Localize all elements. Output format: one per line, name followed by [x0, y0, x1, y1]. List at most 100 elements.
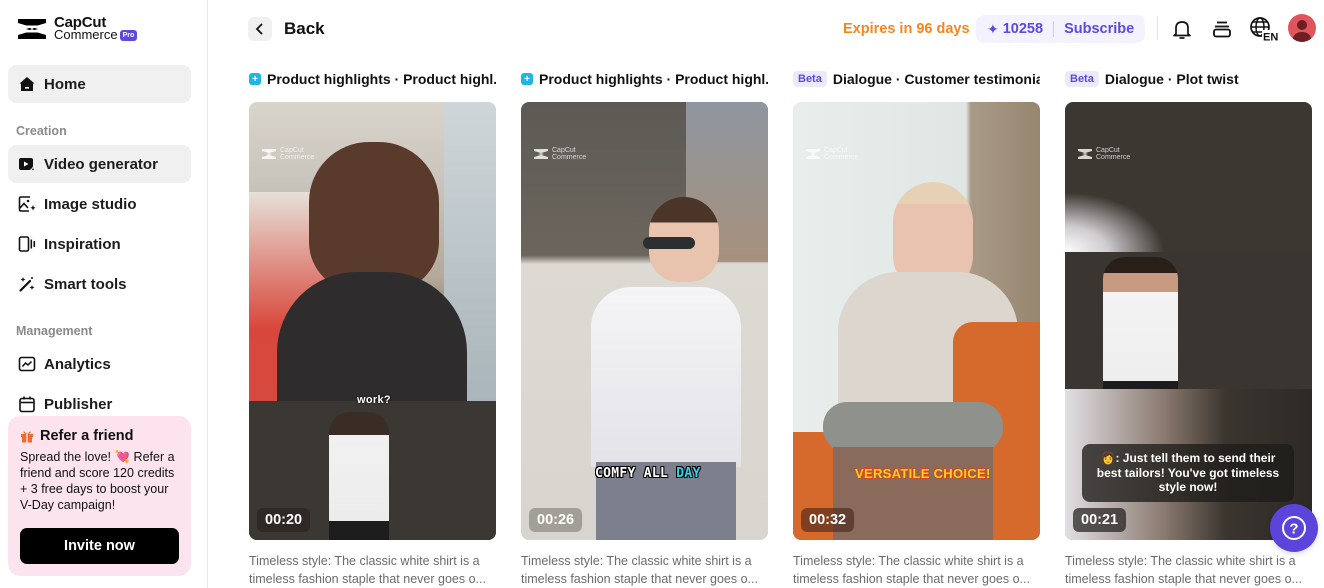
- subscription-expiry: Expires in 96 days: [843, 21, 970, 37]
- image-studio-icon: [18, 196, 36, 212]
- capcut-watermark-icon: [1078, 149, 1092, 159]
- gift-icon: [21, 431, 33, 443]
- product-highlights-icon: +: [521, 73, 533, 85]
- user-avatar[interactable]: [1288, 14, 1316, 42]
- video-thumbnail[interactable]: CapCut Commerce COMFY ALL DAY 00:26: [521, 102, 768, 540]
- header-divider: [1157, 16, 1158, 40]
- globe-language-icon: EN: [1250, 17, 1278, 43]
- capcut-watermark: CapCut Commerce: [1077, 147, 1130, 161]
- sunglasses: [643, 237, 695, 249]
- sidebar-item-label: Analytics: [44, 355, 111, 373]
- video-thumbnail[interactable]: CapCut Commerce work? 00:20: [249, 102, 496, 540]
- person-head: [309, 142, 439, 292]
- light-flare: [1065, 192, 1165, 252]
- subscribe-button[interactable]: Subscribe: [1064, 21, 1134, 37]
- model-figure: [1103, 257, 1178, 392]
- sparkle-icon: ✦: [987, 20, 999, 37]
- card-title: Dialogue · Plot twist: [1104, 71, 1239, 87]
- caption-text: COMFY ALL: [595, 466, 669, 481]
- question-mark-icon: ?: [1282, 516, 1306, 540]
- refer-a-friend-card: Refer a friend Spread the love! 💘 Refer …: [8, 416, 191, 576]
- video-caption: VERSATILE CHOICE!: [855, 466, 991, 481]
- watermark-text: CapCut: [280, 147, 304, 154]
- pro-badge: Pro: [119, 29, 138, 41]
- video-duration: 00:20: [257, 508, 311, 532]
- video-thumbnail[interactable]: CapCut Commerce 👩: Just tell them to send…: [1065, 102, 1312, 540]
- sidebar-item-image-studio[interactable]: Image studio: [8, 185, 191, 223]
- template-card[interactable]: Beta Dialogue · Customer testimonial Cap…: [793, 70, 1040, 588]
- sidebar-item-analytics[interactable]: Analytics: [8, 345, 191, 383]
- section-label-creation: Creation: [16, 124, 67, 138]
- sidebar-item-home[interactable]: Home: [8, 65, 191, 103]
- capcut-watermark: CapCut Commerce: [805, 147, 858, 161]
- sidebar-item-label: Publisher: [44, 395, 113, 413]
- card-description: Timeless style: The classic white shirt …: [521, 554, 758, 586]
- sidebar-item-label: Image studio: [44, 195, 137, 213]
- sidebar-item-label: Video generator: [44, 155, 158, 173]
- refer-title: Refer a friend: [40, 428, 134, 444]
- watermark-text: Commerce: [280, 154, 315, 161]
- capcut-watermark: CapCut Commerce: [533, 147, 586, 161]
- analytics-icon: [18, 356, 36, 372]
- notifications-button[interactable]: [1169, 16, 1195, 42]
- section-label-management: Management: [16, 324, 93, 338]
- language-code: EN: [1263, 32, 1278, 43]
- sidebar: CapCut Commerce Pro Home Creation Video g…: [0, 0, 208, 588]
- back-label[interactable]: Back: [284, 19, 325, 39]
- template-card[interactable]: Beta Dialogue · Plot twist CapCut Commerc…: [1065, 70, 1312, 588]
- watermark-text: Commerce: [552, 154, 587, 161]
- credits-subscribe-pill[interactable]: ✦ 10258 Subscribe: [976, 15, 1145, 43]
- watermark-text: Commerce: [1096, 154, 1131, 161]
- caption-highlight: DAY: [676, 466, 701, 481]
- sidebar-item-smart-tools[interactable]: Smart tools: [8, 265, 191, 303]
- help-glyph: ?: [1289, 521, 1298, 538]
- video-duration: 00:32: [801, 508, 855, 532]
- beta-badge: Beta: [1065, 71, 1099, 87]
- video-thumbnail[interactable]: CapCut Commerce VERSATILE CHOICE! 00:32: [793, 102, 1040, 540]
- card-title: Dialogue · Customer testimonial: [832, 71, 1040, 87]
- bell-icon: [1173, 21, 1191, 39]
- video-duration: 00:26: [529, 508, 583, 532]
- sidebar-item-label: Inspiration: [44, 235, 121, 253]
- white-shirt: [591, 287, 741, 467]
- capcut-commerce-logo[interactable]: CapCut Commerce Pro: [16, 15, 138, 42]
- chevron-left-icon: [255, 23, 263, 35]
- card-description: Timeless style: The classic white shirt …: [1065, 554, 1302, 586]
- watermark-text: Commerce: [824, 154, 859, 161]
- inbox-icon: [1213, 21, 1231, 38]
- video-duration: 00:21: [1073, 508, 1127, 532]
- inbox-button[interactable]: [1209, 16, 1235, 42]
- capcut-watermark-icon: [262, 149, 276, 159]
- divider: [1053, 21, 1055, 37]
- watermark-text: CapCut: [1096, 147, 1120, 154]
- video-caption: COMFY ALL DAY: [595, 466, 701, 481]
- app-root: CapCut Commerce Pro Home Creation Video g…: [0, 0, 1324, 588]
- beta-badge: Beta: [793, 71, 827, 87]
- capcut-watermark-icon: [806, 149, 820, 159]
- language-button[interactable]: EN: [1249, 16, 1279, 42]
- invite-now-button[interactable]: Invite now: [20, 528, 179, 564]
- user-icon: [1292, 20, 1312, 42]
- capcut-watermark: CapCut Commerce: [261, 147, 314, 161]
- capcut-logo-icon: [18, 19, 46, 39]
- grey-pillow: [823, 402, 1003, 452]
- video-caption: work?: [357, 394, 391, 406]
- home-icon: [19, 77, 35, 91]
- card-description: Timeless style: The classic white shirt …: [249, 554, 486, 586]
- template-card[interactable]: + Product highlights · Product highl... …: [521, 70, 768, 588]
- inspiration-icon: [18, 236, 36, 252]
- legs: [833, 447, 993, 540]
- help-button[interactable]: ?: [1270, 504, 1318, 552]
- card-title: Product highlights · Product highl...: [267, 71, 496, 87]
- template-card[interactable]: + Product highlights · Product highl... …: [249, 70, 496, 588]
- back-button[interactable]: [248, 17, 272, 41]
- sidebar-item-label: Smart tools: [44, 275, 127, 293]
- sidebar-item-inspiration[interactable]: Inspiration: [8, 225, 191, 263]
- sidebar-item-label: Home: [44, 75, 86, 93]
- magic-wand-icon: [19, 277, 35, 292]
- sidebar-item-video-generator[interactable]: Video generator: [8, 145, 191, 183]
- logo-line2: Commerce: [54, 27, 118, 42]
- person-top: [277, 272, 467, 402]
- watermark-text: CapCut: [824, 147, 848, 154]
- product-highlights-icon: +: [249, 73, 261, 85]
